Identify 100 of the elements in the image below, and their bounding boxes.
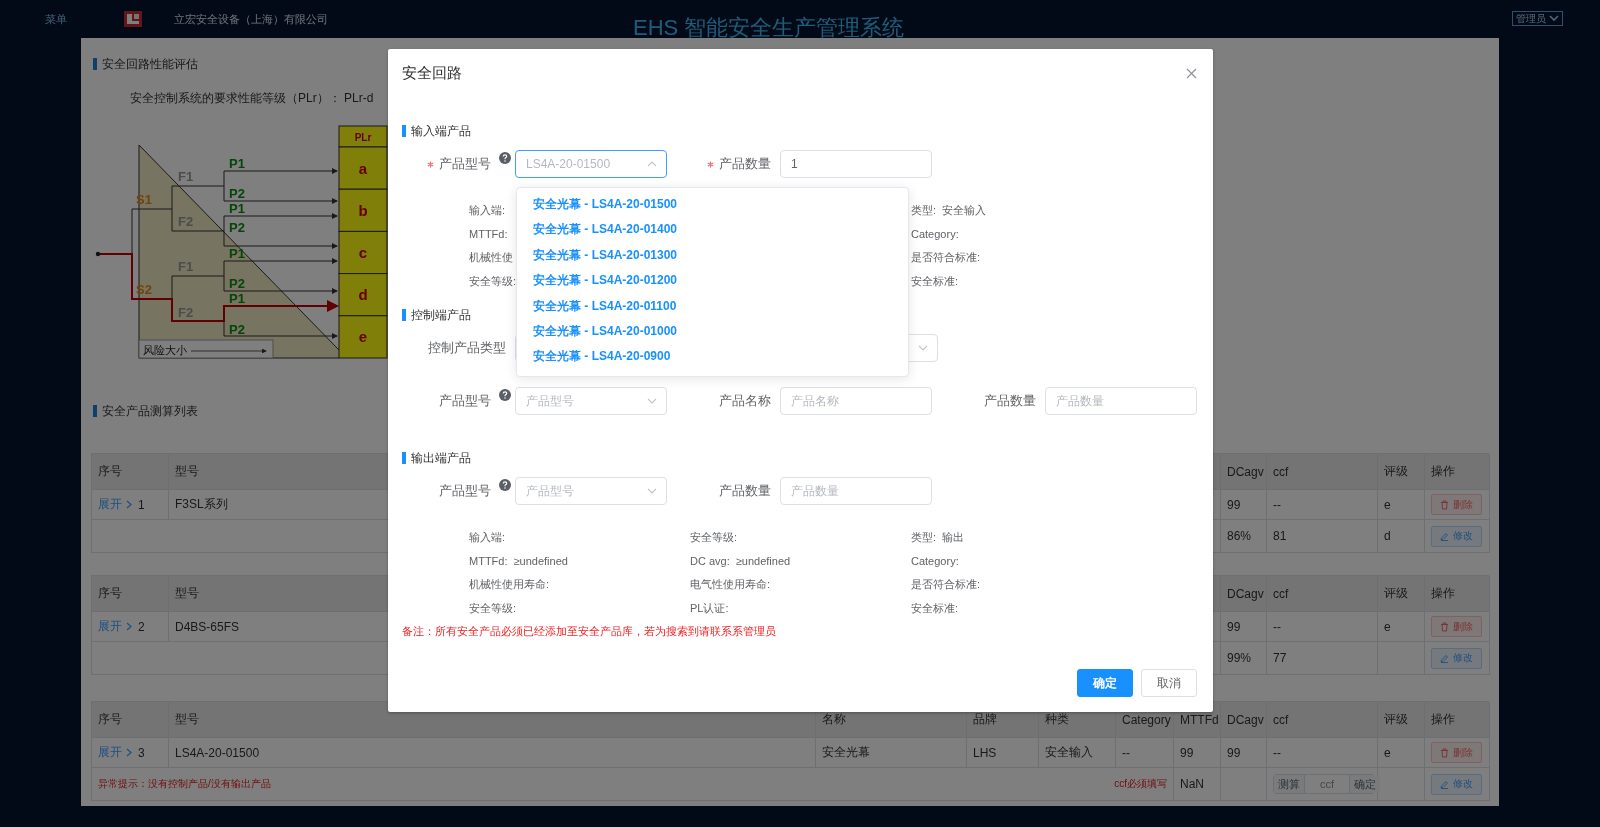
dropdown-option[interactable]: 安全光幕 - LS4A-20-01200: [517, 268, 908, 294]
possibility-label: P1: [229, 245, 245, 261]
expand-link[interactable]: 展开: [98, 618, 132, 635]
level-cell: [338, 315, 388, 359]
input-field[interactable]: 1: [780, 150, 932, 178]
level-label: b: [358, 201, 368, 219]
level-header-cell: [338, 125, 388, 148]
column-header: ccf: [1267, 702, 1378, 738]
help-icon[interactable]: [499, 152, 511, 164]
dropdown-option[interactable]: 安全光幕 - LS4A-20-0900: [517, 344, 908, 370]
info-label: 类型:: [911, 530, 937, 546]
user-menu[interactable]: 管理员: [1512, 11, 1563, 26]
section-title: 控制端产品: [411, 306, 471, 324]
note-text: 备注：所有安全产品必须已经添加至安全产品库，若为搜索到请联系系管理员: [402, 624, 777, 638]
column-header: DCagv: [1221, 702, 1267, 738]
table-cell: 99: [1221, 612, 1267, 642]
column-header: ccf: [1267, 454, 1378, 490]
edit-button[interactable]: 修改: [1431, 647, 1482, 669]
section-marker: [402, 452, 406, 464]
dropdown-option[interactable]: 安全光幕 - LS4A-20-01300: [517, 242, 908, 269]
logo-icon: [124, 11, 142, 27]
info-label: MTTFd:: [469, 555, 508, 568]
table-cell: NaN: [1174, 768, 1221, 801]
info-label: MTTFd:: [469, 228, 508, 241]
trash-icon: [1440, 621, 1449, 632]
dropdown-option[interactable]: 安全光幕 - LS4A-20-01400: [517, 217, 908, 243]
dropdown-option[interactable]: 安全光幕 - LS4A-20-01000: [517, 318, 908, 345]
column-header: 序号: [92, 576, 169, 612]
warning-text: ccf必须填写: [1114, 777, 1167, 791]
edit-icon: [1440, 531, 1449, 541]
column-header: 操作: [1425, 454, 1490, 490]
company-name: 立宏安全设备（上海）有限公司: [174, 12, 328, 27]
delete-button[interactable]: 删除: [1431, 742, 1482, 763]
level-cell: [338, 230, 388, 275]
possibility-label: P2: [229, 321, 245, 337]
input-field[interactable]: 产品数量: [1045, 387, 1197, 415]
table-cell: LHS: [967, 738, 1039, 768]
select-field[interactable]: LS4A-20-01500: [515, 150, 667, 178]
column-header: DCagv: [1221, 576, 1267, 612]
column-header: DCagv: [1221, 454, 1267, 490]
info-label: 是否符合标准:: [911, 577, 981, 593]
section-marker: [93, 405, 97, 417]
section-marker: [93, 58, 97, 70]
info-label: DC avg:: [690, 555, 730, 568]
required-level-text: 安全控制系统的要求性能等级（PLr）： PLr-d: [130, 91, 375, 105]
section-title: 输入端产品: [411, 122, 471, 140]
delete-button[interactable]: 删除: [1431, 616, 1482, 637]
level-label: d: [358, 286, 368, 304]
expand-link[interactable]: 展开: [98, 744, 132, 761]
column-header: 序号: [92, 454, 169, 490]
info-label: 机械性使用寿命:: [469, 577, 550, 593]
confirm-button[interactable]: 确定: [1077, 669, 1133, 697]
edit-button[interactable]: 修改: [1431, 773, 1482, 795]
dropdown-option[interactable]: 安全光幕 - LS4A-20-01100: [517, 293, 908, 319]
table-cell: e: [1378, 738, 1425, 768]
info-label: 安全标准:: [911, 600, 959, 616]
column-header: 评级: [1378, 454, 1425, 490]
table-cell: 安全输入: [1039, 738, 1116, 768]
section-title: 安全回路性能评估: [102, 55, 198, 73]
table-cell: 99%: [1221, 642, 1267, 675]
column-header: 评级: [1378, 576, 1425, 612]
help-icon[interactable]: [499, 479, 511, 491]
table-cell: --: [1267, 490, 1378, 520]
possibility-label: P1: [229, 155, 245, 171]
confirm-button[interactable]: 确定: [1350, 775, 1380, 793]
table-cell: 安全光幕: [816, 738, 967, 768]
dropdown-option[interactable]: 安全光幕 - LS4A-20-01500: [517, 192, 908, 218]
menu-link[interactable]: 菜单: [45, 12, 67, 27]
ccf-field[interactable]: ccf: [1304, 775, 1350, 793]
section-marker: [402, 125, 406, 137]
input-field[interactable]: 产品名称: [780, 387, 932, 415]
table-cell: 99: [1221, 490, 1267, 520]
close-icon[interactable]: [1186, 67, 1197, 79]
delete-button[interactable]: 删除: [1431, 494, 1482, 515]
calc-button[interactable]: 测算: [1274, 775, 1304, 793]
cancel-button[interactable]: 取消: [1141, 669, 1197, 697]
app-title: EHS 智能安全生产管理系统: [633, 16, 905, 40]
trash-icon: [1440, 499, 1449, 510]
level-cell: [338, 273, 388, 317]
field-label: 产品名称: [719, 392, 771, 410]
info-label: Category:: [911, 228, 959, 241]
edit-button[interactable]: 修改: [1431, 525, 1482, 547]
help-icon[interactable]: [499, 389, 511, 401]
severity-label: S2: [136, 281, 152, 297]
start-dot: [95, 251, 101, 257]
column-header: 操作: [1425, 576, 1490, 612]
field-label: 产品数量: [984, 392, 1036, 410]
column-header: 序号: [92, 702, 169, 738]
column-header: 评级: [1378, 702, 1425, 738]
field-label: 控制产品类型: [428, 339, 506, 357]
possibility-label: P2: [229, 185, 245, 201]
input-field[interactable]: 产品数量: [780, 477, 932, 505]
table-cell: e: [1378, 612, 1425, 642]
possibility-label: P2: [229, 275, 245, 291]
table-cell: --: [1267, 612, 1378, 642]
expand-link[interactable]: 展开: [98, 496, 132, 513]
field-label: 产品型号: [439, 155, 491, 173]
severity-label: S1: [136, 191, 152, 207]
info-label: Category:: [911, 555, 959, 568]
section-title: 安全产品测算列表: [102, 402, 198, 420]
